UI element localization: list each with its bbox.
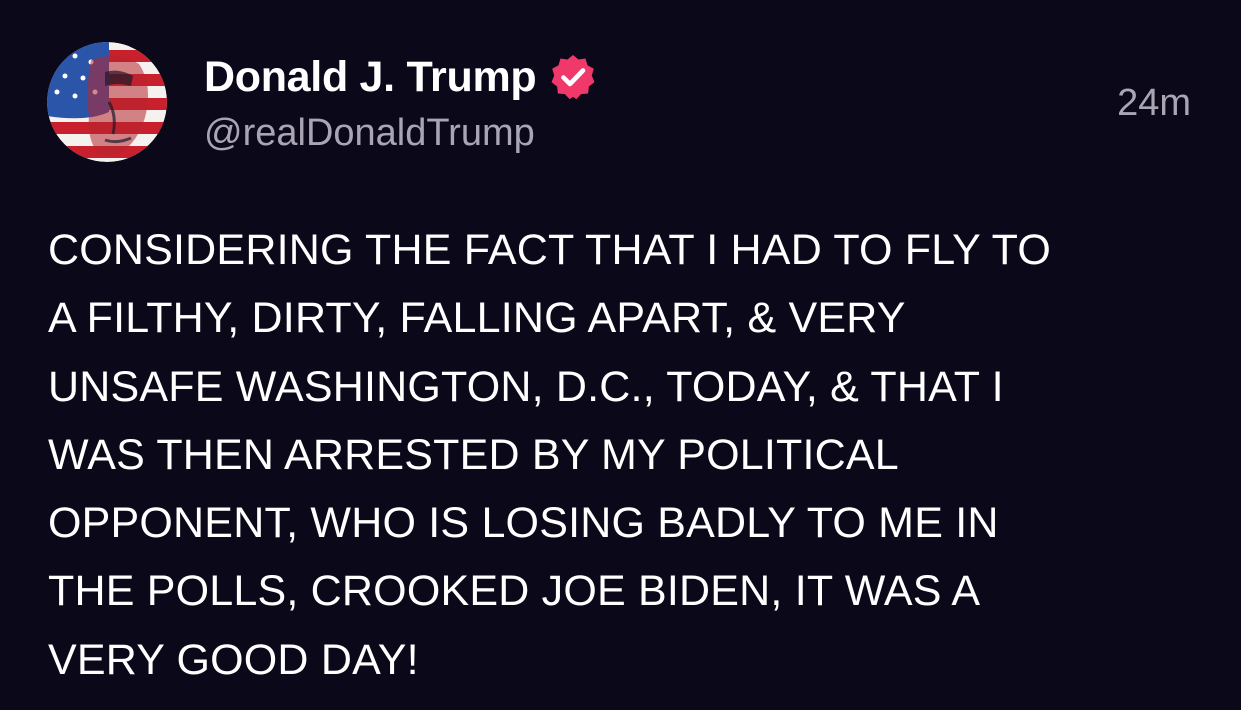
avatar-image [47,42,167,162]
author-handle[interactable]: @realDonaldTrump [204,112,535,155]
author-display-name[interactable]: Donald J. Trump [204,53,537,102]
author-name-row: Donald J. Trump [204,52,596,102]
post-body-line: WAS THEN ARRESTED BY MY POLITICAL [48,430,899,479]
post-timestamp[interactable]: 24m [1117,82,1191,125]
post-body-line: A FILTHY, DIRTY, FALLING APART, & VERY [48,294,906,343]
post-body-line: VERY GOOD DAY! [48,635,419,684]
post-body-line: CONSIDERING THE FACT THAT I HAD TO FLY T… [48,226,1051,274]
post-body-line: UNSAFE WASHINGTON, D.C., TODAY, & THAT I [48,362,1004,411]
post-body-line: OPPONENT, WHO IS LOSING BADLY TO ME IN [48,499,999,548]
verified-badge-icon [550,54,596,100]
author-avatar[interactable] [47,42,167,162]
post-body: CONSIDERING THE FACT THAT I HAD TO FLY T… [48,216,1198,694]
post-body-line: THE POLLS, CROOKED JOE BIDEN, IT WAS A [48,567,981,616]
post-card: Donald J. Trump @realDonaldTrump 24m CON… [0,0,1241,710]
